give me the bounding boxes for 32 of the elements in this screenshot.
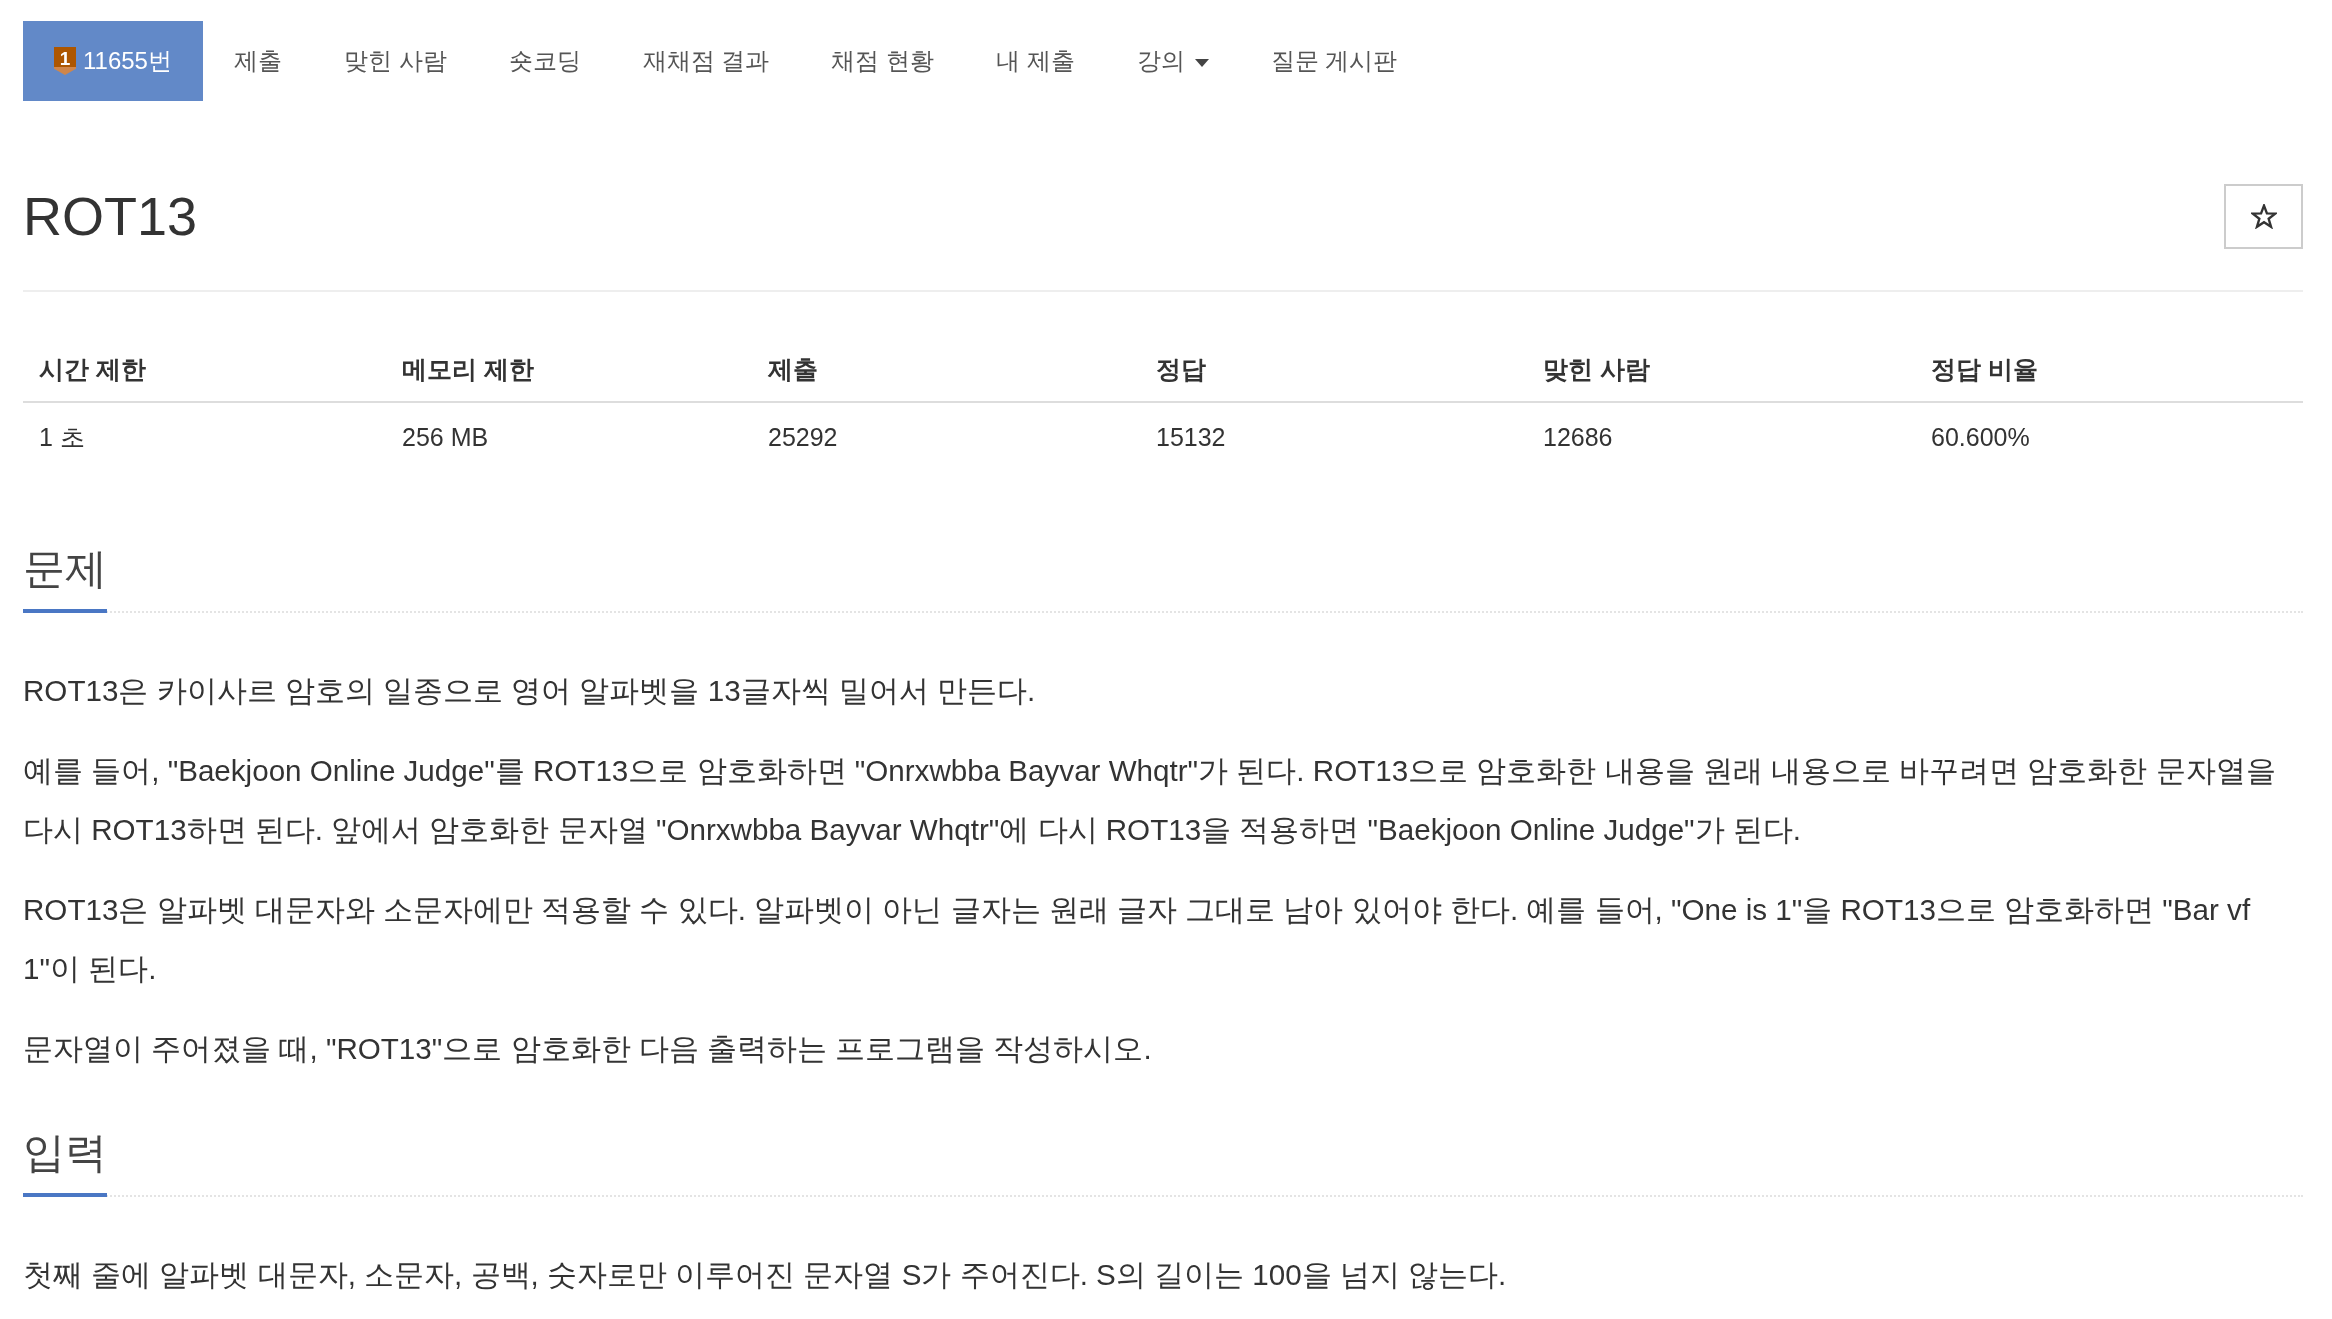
nav-tab[interactable]: 강의	[1105, 21, 1240, 101]
column-header: 맞힌 사람	[1542, 354, 1651, 385]
section-title: 문제	[23, 541, 107, 613]
table-cell-text: 1 초	[38, 422, 86, 453]
table-cell-text: 60.600%	[1930, 422, 2031, 453]
table-cell-text: 256 MB	[401, 422, 490, 453]
column-header: 시간 제한	[38, 354, 147, 385]
problem-title: ROT13	[23, 185, 198, 248]
description-text: 예를 들어, "Baekjoon Online Judge"를 ROT13으로 암호화하면 "Onrxwbba Bayvar Whqtr"가 된다. ROT13으로 암호화한 내용을 원래 내용으로 바꾸려면 암호화한 문자열을 다시 ROT13하면 된다. 앞에서 암호화한 문자열 "Onrxwbba Bayvar Whqtr"에 다시 ROT13을 적용하면 "Baekjoon Online Judge"가 된다.	[23, 752, 2277, 848]
table-cell-text: 12686	[1542, 422, 1614, 453]
nav-tab[interactable]: 채점 현황	[800, 21, 965, 101]
description-text: ROT13은 알파벳 대문자와 소문자에만 적용할 수 있다. 알파벳이 아닌 글자는 원래 글자 그대로 남아 있어야 한다. 예를 들어, "One is 1"을 ROT13으로 암호화하면 "Bar vf 1"이 된다.	[23, 891, 2252, 987]
nav-tab[interactable]: 맞힌 사람	[312, 21, 478, 101]
nav-tab[interactable]: 내 제출	[965, 21, 1106, 101]
description-text: 문자열이 주어졌을 때, "ROT13"으로 암호화한 다음 출력하는 프로그램을 작성하시오.	[23, 1030, 1153, 1067]
column-header: 정답 비율	[1930, 354, 2039, 385]
nav-tab[interactable]: 숏코딩	[477, 21, 612, 101]
nav-tab[interactable]: 제출	[202, 21, 313, 101]
nav-tab[interactable]: 1 11655번	[23, 21, 203, 101]
column-header: 제출	[767, 354, 819, 385]
column-header: 메모리 제한	[401, 354, 535, 385]
description-text: ROT13은 카이사르 암호의 일종으로 영어 알파벳을 13글자씩 밀어서 만든다.	[23, 673, 1037, 709]
table-cell-text: 25292	[767, 422, 839, 453]
description-text: 첫째 줄에 알파벳 대문자, 소문자, 공백, 숫자로만 이루어진 문자열 S가 주어진다. S의 길이는 100을 넘지 않는다.	[23, 1257, 1508, 1293]
caret-icon	[1194, 59, 1209, 67]
tier-badge: 1	[54, 47, 76, 75]
nav-tab[interactable]: 질문 게시판	[1239, 21, 1429, 101]
table-cell-text: 15132	[1155, 422, 1227, 453]
section-title: 입력	[23, 1125, 107, 1197]
column-header: 정답	[1155, 354, 1207, 385]
nav-tab[interactable]: 재채점 결과	[611, 21, 801, 101]
favorite-button[interactable]	[2224, 183, 2303, 249]
